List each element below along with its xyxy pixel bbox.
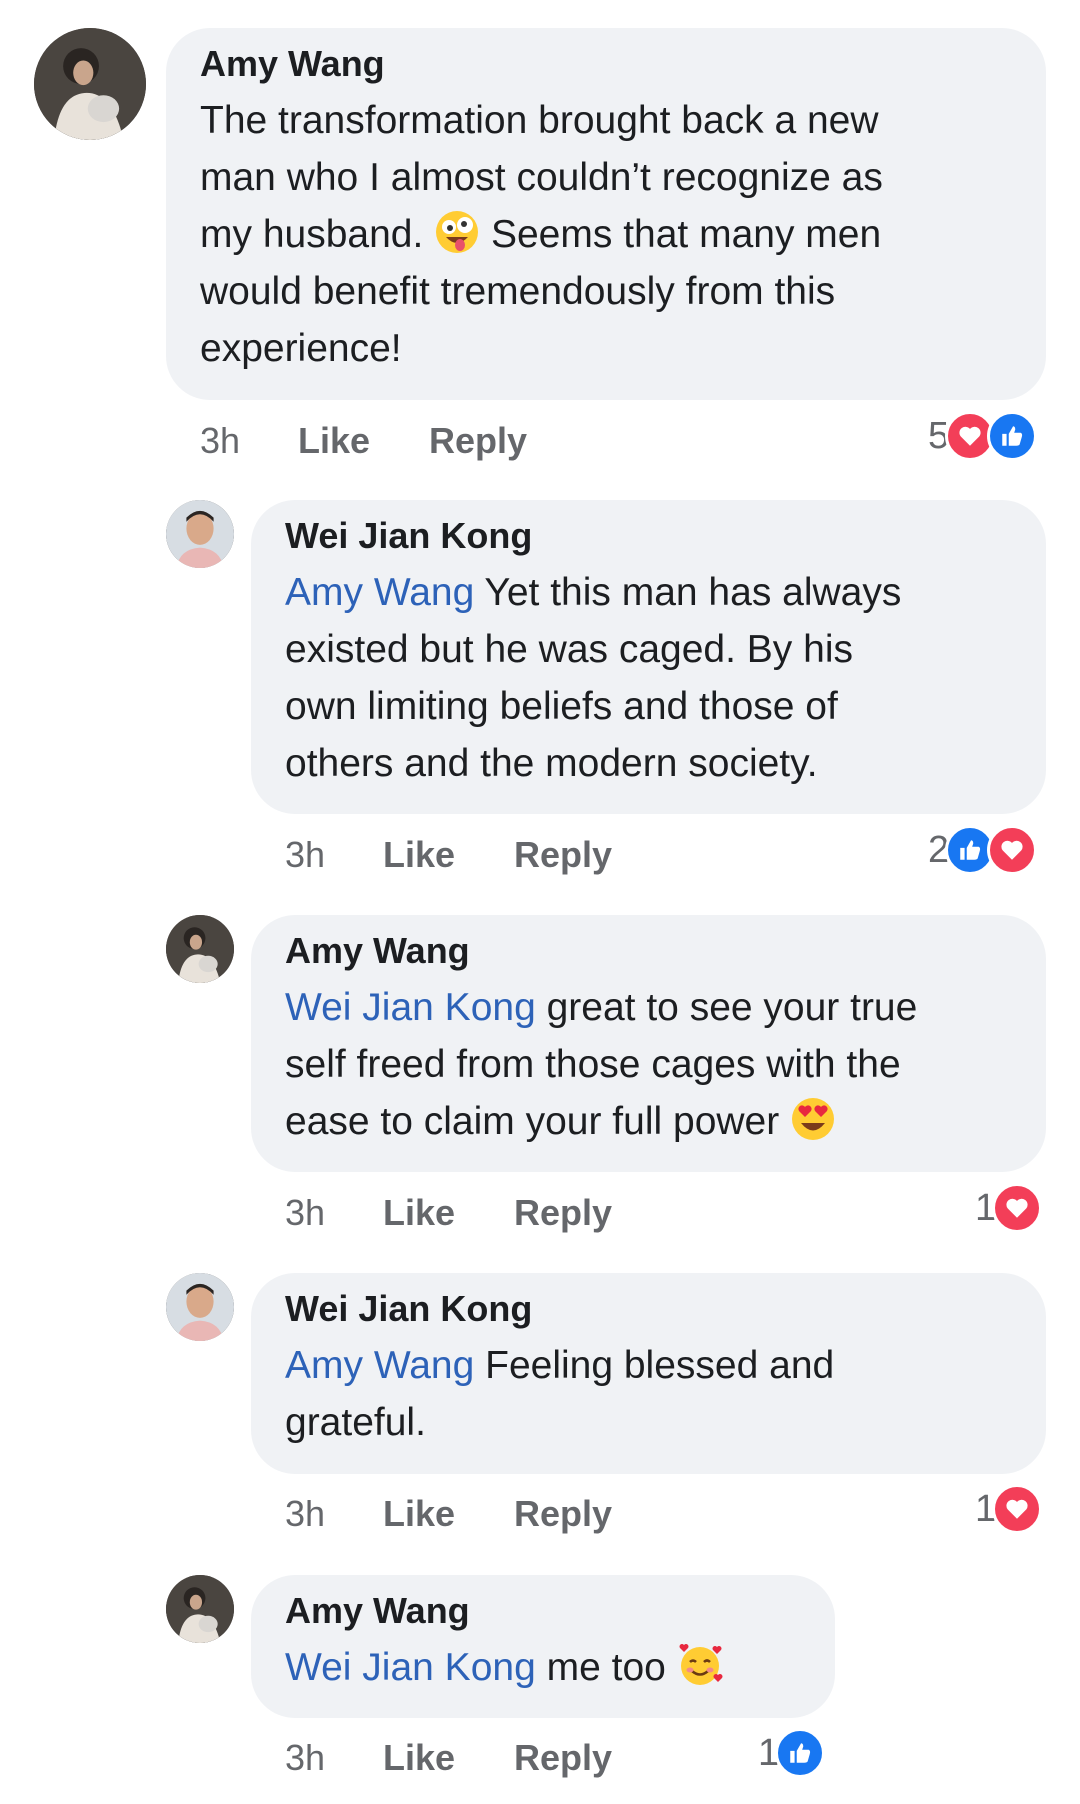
zany-face-emoji: [434, 209, 480, 255]
comment-bubble: Amy Wang The transformation brought back…: [166, 28, 1046, 400]
comment-author[interactable]: Wei Jian Kong: [285, 1287, 1046, 1331]
comment-author[interactable]: Wei Jian Kong: [285, 514, 1046, 558]
reply-button[interactable]: Reply: [514, 1737, 612, 1779]
comment-timestamp: 3h: [285, 1737, 326, 1778]
comment-actions: 3h Like Reply: [200, 420, 700, 470]
profile-photo-icon: [34, 28, 146, 140]
profile-photo-icon: [166, 915, 234, 983]
like-button[interactable]: Like: [383, 1737, 455, 1779]
profile-photo-icon: [166, 1273, 234, 1341]
comment-timestamp: 3h: [200, 420, 241, 461]
comment-author[interactable]: Amy Wang: [285, 1589, 835, 1633]
like-button[interactable]: Like: [383, 834, 455, 876]
comment-timestamp: 3h: [285, 1192, 326, 1233]
comment-text: Wei Jian Kong me too: [285, 1639, 835, 1696]
reaction-summary[interactable]: 2: [928, 825, 1038, 875]
mention-link[interactable]: Wei Jian Kong: [285, 1646, 536, 1689]
avatar[interactable]: [34, 28, 146, 140]
reply-button[interactable]: Reply: [514, 1493, 612, 1535]
like-reaction-icon: [987, 411, 1038, 461]
reaction-summary[interactable]: 1: [975, 1183, 1043, 1233]
reply-button[interactable]: Reply: [514, 834, 612, 876]
comment-text: Amy Wang Yet this man has always existed…: [285, 571, 902, 785]
mention-link[interactable]: Amy Wang: [285, 1344, 474, 1387]
comment-author[interactable]: Amy Wang: [285, 929, 1046, 973]
comment-text: Wei Jian Kong great to see your true sel…: [285, 986, 918, 1143]
comment-text: The transformation brought back a new ma…: [200, 99, 883, 370]
comment-timestamp: 3h: [285, 1493, 326, 1534]
comment-bubble: Wei Jian Kong Amy Wang Yet this man has …: [251, 500, 1046, 814]
reply-button[interactable]: Reply: [514, 1192, 612, 1234]
like-button[interactable]: Like: [383, 1493, 455, 1535]
comment-text: Amy Wang Feeling blessed and grateful.: [285, 1344, 835, 1444]
smiling-face-with-hearts-emoji: [677, 1642, 723, 1688]
comment-timestamp: 3h: [285, 834, 326, 875]
reaction-summary[interactable]: 1: [758, 1728, 826, 1778]
love-reaction-icon: [992, 1183, 1043, 1233]
comment-bubble: Amy Wang Wei Jian Kong me too: [251, 1575, 835, 1718]
avatar[interactable]: [166, 500, 234, 568]
mention-link[interactable]: Amy Wang: [285, 571, 474, 614]
comment-bubble: Amy Wang Wei Jian Kong great to see your…: [251, 915, 1046, 1172]
like-reaction-icon: [775, 1728, 826, 1778]
love-reaction-icon: [987, 825, 1038, 875]
comment-actions: 3h Like Reply: [285, 1493, 785, 1543]
comment-actions: 3h Like Reply: [285, 834, 785, 884]
comment-author[interactable]: Amy Wang: [200, 42, 1046, 86]
avatar[interactable]: [166, 1273, 234, 1341]
like-button[interactable]: Like: [298, 420, 370, 462]
reaction-summary[interactable]: 5: [928, 411, 1038, 461]
heart-eyes-emoji: [790, 1096, 836, 1142]
avatar[interactable]: [166, 1575, 234, 1643]
comment-actions: 3h Like Reply: [285, 1192, 785, 1242]
profile-photo-icon: [166, 500, 234, 568]
profile-photo-icon: [166, 1575, 234, 1643]
reaction-summary[interactable]: 1: [975, 1484, 1043, 1534]
avatar[interactable]: [166, 915, 234, 983]
comment-actions: 3h Like Reply: [285, 1737, 785, 1787]
like-button[interactable]: Like: [383, 1192, 455, 1234]
comment-bubble: Wei Jian Kong Amy Wang Feeling blessed a…: [251, 1273, 1046, 1474]
reply-button[interactable]: Reply: [429, 420, 527, 462]
love-reaction-icon: [992, 1484, 1043, 1534]
mention-link[interactable]: Wei Jian Kong: [285, 986, 536, 1029]
